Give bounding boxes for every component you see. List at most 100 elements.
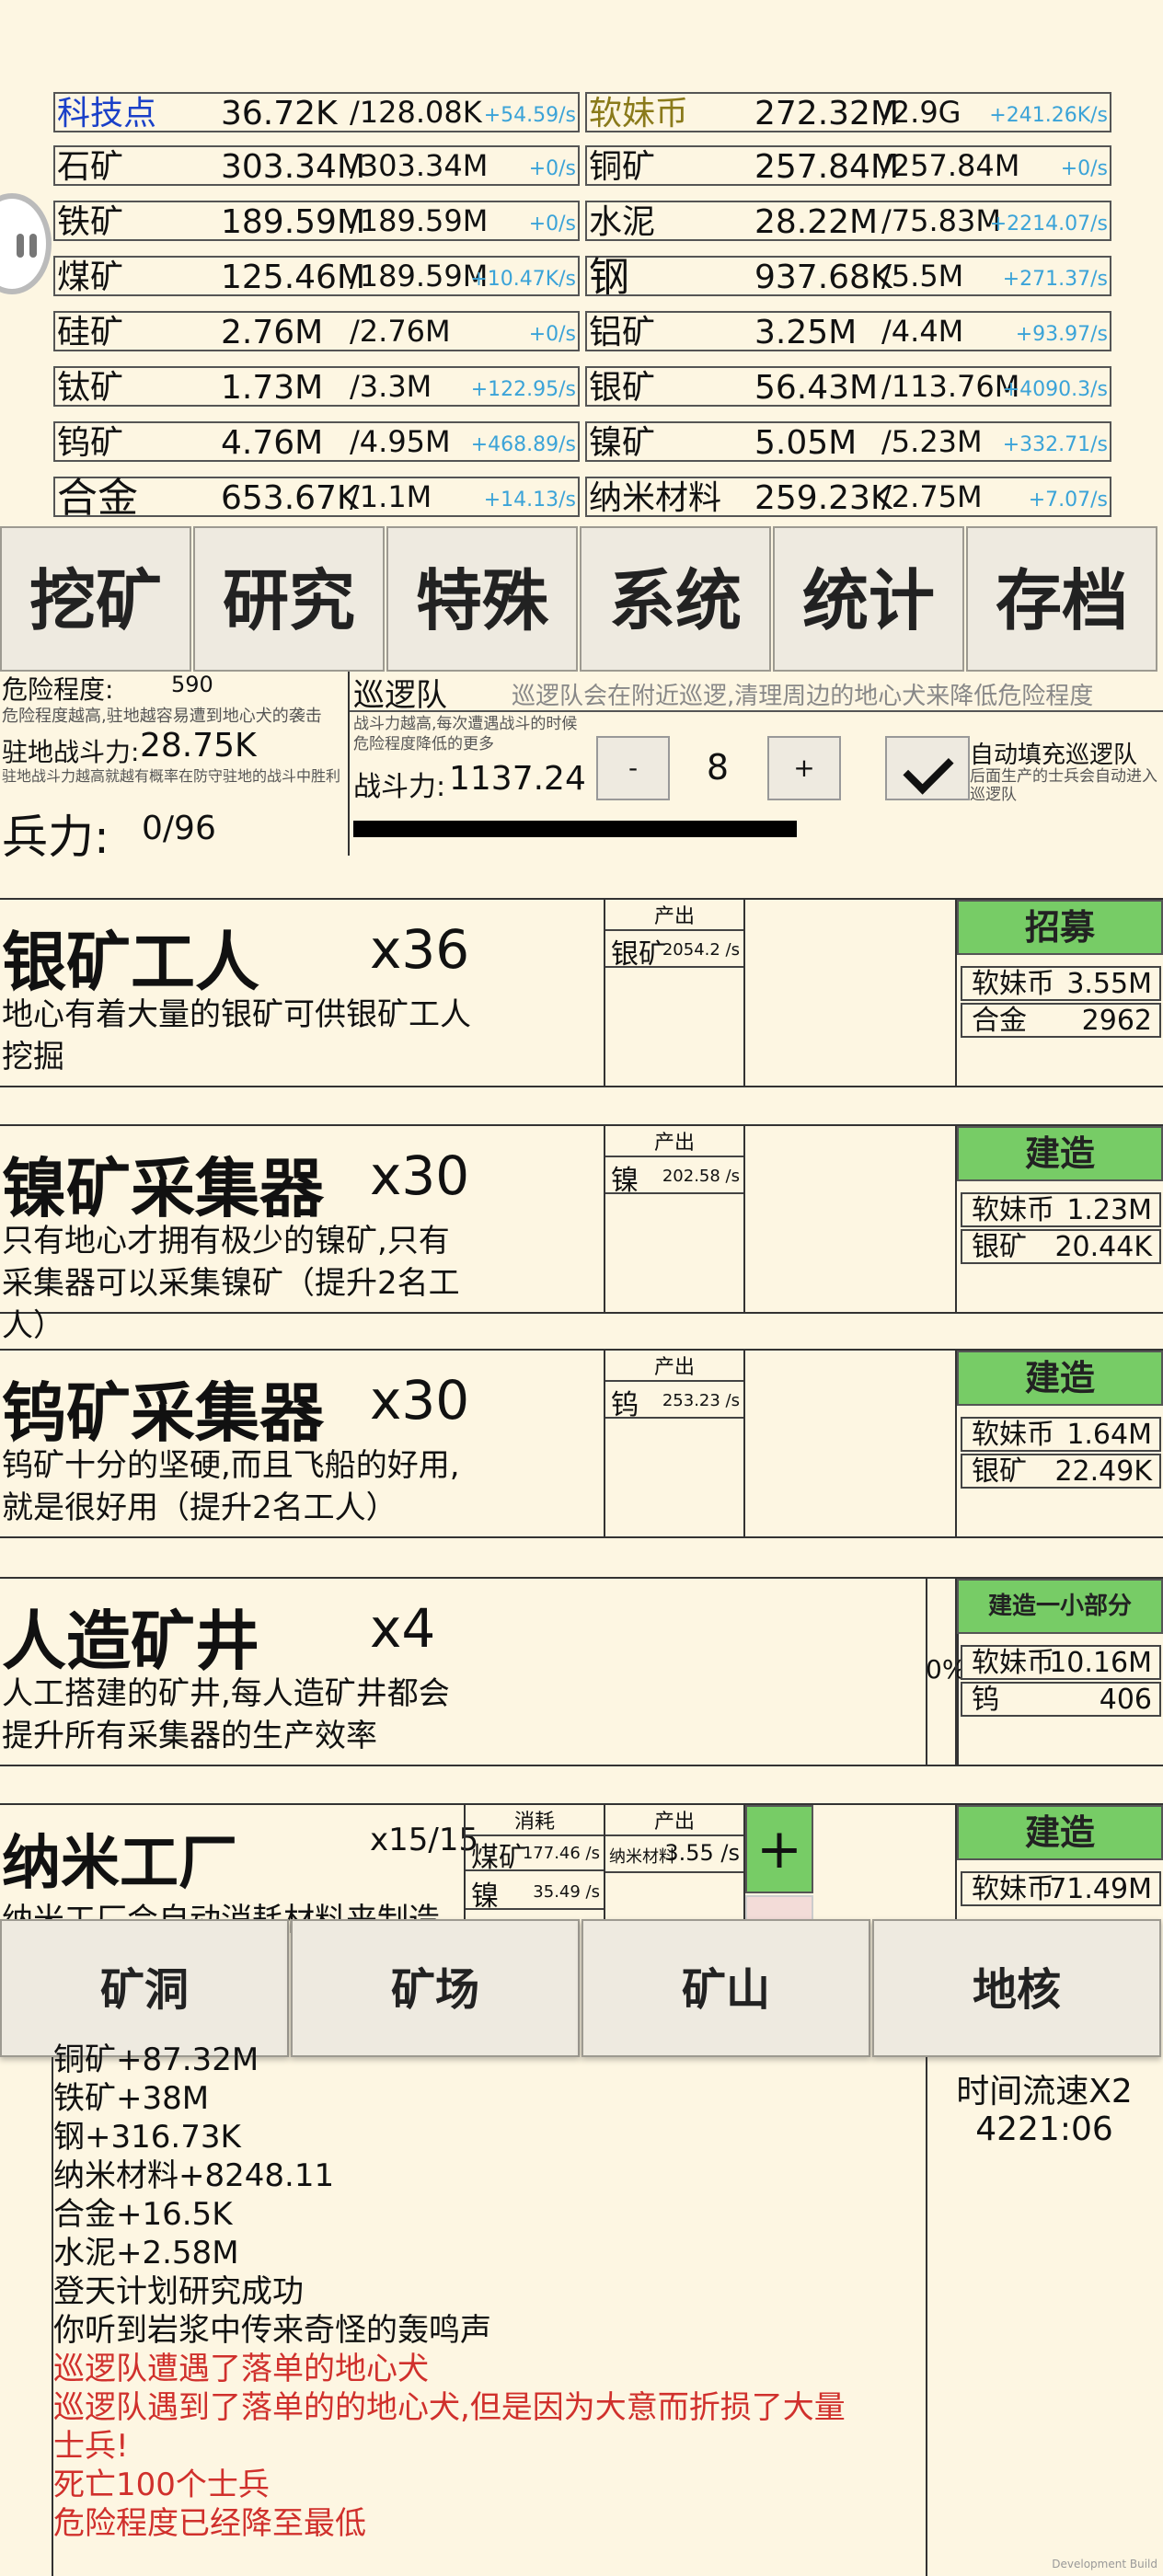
resource-max: /1.1M	[350, 479, 432, 514]
output-rate: 253.23 /s	[662, 1391, 740, 1410]
cost-value: 2962	[1081, 1005, 1152, 1037]
output-rate: 2054.2 /s	[662, 940, 740, 960]
resource-max: /257.84M	[881, 148, 1020, 183]
cost-value: 1.64M	[1066, 1419, 1152, 1451]
item-count: x36	[370, 918, 470, 981]
output-header: 产出	[605, 1126, 743, 1157]
log-line: 水泥+2.58M	[53, 2235, 239, 2271]
danger-hint: 危险程度越高,驻地越容易遭到地心犬的袭击	[2, 707, 322, 726]
auto-fill-checkbox[interactable]	[885, 736, 970, 800]
resource-value: 653.67K	[221, 479, 359, 517]
resource-value: 303.34M	[221, 148, 366, 186]
resource-max: /4.95M	[350, 424, 451, 459]
output-header: 产出	[605, 1805, 743, 1836]
output-rate: 3.55 /s	[664, 1840, 740, 1866]
watermark: Development Build	[1052, 2558, 1157, 2570]
item-title: 纳米工厂	[2, 1830, 237, 1898]
resource-rate: +93.97/s	[1015, 323, 1108, 346]
bottom-tab-1[interactable]: 矿场	[291, 1919, 580, 2057]
plus-label: +	[755, 1817, 803, 1881]
patrol-power-value: 1137.24	[449, 760, 586, 798]
build-button[interactable]: 建造	[957, 1351, 1163, 1406]
resource-name: 水泥	[589, 203, 656, 241]
resource-max: /5.5M	[881, 259, 964, 293]
col-divider	[955, 1124, 957, 1312]
item-description: 人工搭建的矿井,每人造矿井都会提升所有采集器的生产效率	[2, 1675, 450, 1754]
resource-name: 钢	[589, 254, 629, 301]
item-count: x30	[370, 1369, 470, 1432]
consume-rate: 177.46 /s	[522, 1844, 600, 1863]
cost-value: 10.16M	[1049, 1647, 1152, 1679]
resource-cell: 铜矿 257.84M/257.84M +0/s	[585, 145, 1111, 186]
consume-row: 镍 35.49 /s	[466, 1871, 604, 1913]
resource-rate: +0/s	[528, 213, 576, 236]
troops-value: 0/96	[142, 810, 216, 847]
output-header: 产出	[605, 900, 743, 931]
resource-value: 56.43M	[754, 369, 879, 407]
cost-name: 软妹币	[972, 968, 1054, 1000]
resource-name: 科技点	[57, 95, 157, 132]
resource-cell: 镍矿 5.05M/5.23M +332.71/s	[585, 421, 1111, 462]
resource-name: 钨矿	[57, 424, 124, 462]
check-icon	[903, 743, 954, 795]
divider	[348, 672, 350, 856]
log-line: 登天计划研究成功	[53, 2273, 304, 2310]
log-line: 巡逻队遭遇了落单的地心犬	[53, 2351, 429, 2387]
build-button[interactable]: 建造	[957, 1805, 1163, 1860]
item-count: x15/15	[370, 1822, 479, 1858]
tab-1[interactable]: 研究	[193, 526, 385, 672]
log-line: 钢+316.73K	[53, 2119, 241, 2156]
tab-4[interactable]: 统计	[773, 526, 964, 672]
cost-row: 软妹币 1.64M	[961, 1417, 1161, 1452]
item-description: 钨矿十分的坚硬,而且飞船的好用,就是很好用（提升2名工人）	[2, 1447, 460, 1526]
output-name: 钨	[611, 1389, 639, 1421]
output-rate: 202.58 /s	[662, 1167, 740, 1186]
resource-rate: +0/s	[528, 323, 576, 346]
consume-row: 煤矿 177.46 /s	[466, 1833, 604, 1874]
resource-cell: 合金 653.67K/1.1M +14.13/s	[53, 477, 580, 519]
tab-5[interactable]: 存档	[966, 526, 1157, 672]
log-line: 铁矿+38M	[53, 2080, 210, 2117]
patrol-minus-button[interactable]: -	[596, 736, 670, 800]
cost-row: 软妹币 71.49M	[961, 1871, 1161, 1906]
output-header: 产出	[605, 1351, 743, 1382]
cost-row: 合金 2962	[961, 1003, 1161, 1038]
resource-name: 铁矿	[57, 203, 124, 241]
resource-rate: +4090.3/s	[1002, 378, 1108, 401]
resource-cell: 钢 937.68K/5.5M +271.37/s	[585, 254, 1111, 301]
tab-0[interactable]: 挖矿	[0, 526, 191, 672]
cost-row: 软妹币 1.23M	[961, 1192, 1161, 1227]
item-bottom-border	[0, 1086, 1163, 1087]
nano-plus-button[interactable]: +	[745, 1805, 813, 1893]
resource-rate: +332.71/s	[1002, 433, 1108, 456]
col-divider	[743, 1349, 745, 1536]
bottom-tab-2[interactable]: 矿山	[582, 1919, 870, 2057]
build-button[interactable]: 招募	[957, 900, 1163, 955]
resource-value: 189.59M	[221, 203, 366, 241]
resource-rate: +241.26K/s	[989, 104, 1108, 127]
consume-name: 镍	[471, 1880, 499, 1913]
game-clock: 4221:06	[975, 2110, 1113, 2148]
resource-cell: 铝矿 3.25M/4.4M +93.97/s	[585, 311, 1111, 351]
tab-3[interactable]: 系统	[580, 526, 771, 672]
garrison-power-value: 28.75K	[140, 727, 257, 765]
resource-cell: 铁矿 189.59M/189.59M +0/s	[53, 201, 580, 241]
resource-max: /4.4M	[881, 314, 964, 349]
pause-button[interactable]	[0, 193, 52, 294]
consume-header: 消耗	[466, 1805, 604, 1836]
resource-cell: 水泥 28.22M/75.83M +2214.07/s	[585, 201, 1111, 241]
resource-value: 3.25M	[754, 314, 858, 351]
bottom-tab-0[interactable]: 矿洞	[0, 1919, 289, 2057]
cost-value: 3.55M	[1066, 968, 1152, 1000]
build-button[interactable]: 建造一小部分	[957, 1579, 1163, 1634]
tab-2[interactable]: 特殊	[386, 526, 578, 672]
cost-name: 钨	[972, 1684, 999, 1716]
build-button[interactable]: 建造	[957, 1126, 1163, 1181]
bottom-tab-3[interactable]: 地核	[872, 1919, 1161, 2057]
item-description: 地心有着大量的银矿可供银矿工人挖掘	[2, 996, 471, 1075]
auto-fill-label: 自动填充巡逻队	[970, 742, 1138, 769]
resource-cell: 钨矿 4.76M/4.95M +468.89/s	[53, 421, 580, 462]
resource-rate: +271.37/s	[1002, 268, 1108, 291]
consume-rate: 35.49 /s	[533, 1882, 600, 1902]
patrol-plus-button[interactable]: +	[767, 736, 841, 800]
